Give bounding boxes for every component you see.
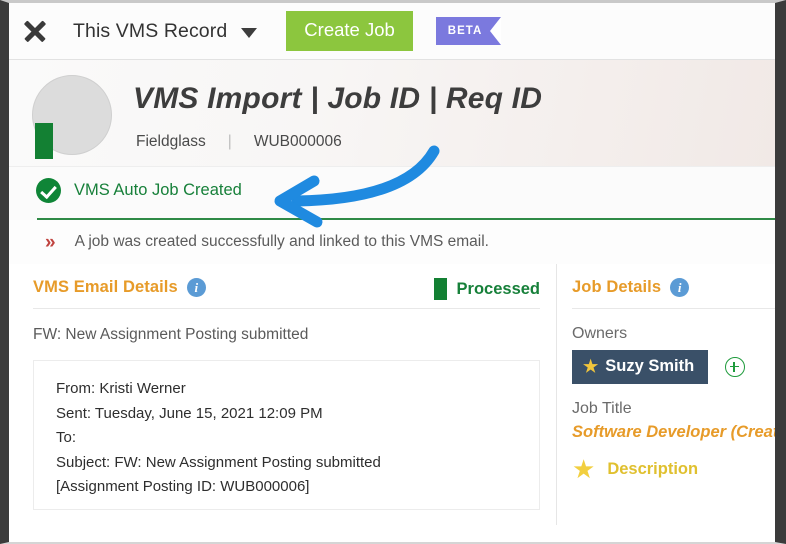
job-details-header: Job Details i [572,264,775,297]
processed-status-badge: Processed [433,278,540,300]
email-body-line: Sent: Tuesday, June 15, 2021 12:09 PM [56,404,323,422]
record-id: WUB000006 [253,133,342,150]
processed-status-swatch [433,278,447,300]
email-body-line: Subject: FW: New Assignment Posting subm… [56,453,381,471]
beta-badge-label: BETA [447,25,483,37]
star-icon: ★ [572,454,596,484]
avatar-status-flag [35,123,53,159]
status-badge: VMS Auto Job Created [36,178,242,203]
processed-status-label: Processed [456,279,540,298]
vms-email-details-panel: VMS Email Details i Processed FW: New As… [9,264,557,525]
record-source: Fieldglass [136,133,206,150]
owner-chip-label: Suzy Smith [605,357,695,375]
email-subject: FW: New Assignment Posting submitted [33,326,309,343]
job-title-label: Job Title [572,400,632,417]
job-details-divider [572,308,775,309]
record-subtitle-separator: | [227,133,232,150]
vms-email-details-divider [33,308,540,309]
check-circle-icon [36,178,61,203]
record-subtitle: Fieldglass | WUB000006 [136,133,342,151]
avatar [32,75,114,159]
description-label: Description [607,459,699,478]
chevron-down-icon [241,27,258,38]
description-row[interactable]: ★ Description [572,456,775,482]
status-badge-label: VMS Auto Job Created [74,181,242,199]
email-body-line: To: [56,429,77,446]
double-chevron-right-icon: » [45,231,55,253]
email-body-line: [Assignment Posting ID: WUB000006] [56,478,310,495]
email-body-line: From: Kristi Werner [56,380,186,397]
email-body-box: From: Kristi Werner Sent: Tuesday, June … [33,360,540,510]
info-icon[interactable]: i [670,278,690,297]
create-job-button[interactable]: Create Job [286,11,413,51]
owners-row: ★ Suzy Smith [572,350,775,384]
vms-email-details-title: VMS Email Details [33,278,178,296]
plus-circle-icon[interactable] [725,357,746,377]
record-scope-dropdown[interactable]: This VMS Record [73,19,258,43]
success-message-text: A job was created successfully and linke… [74,233,489,250]
details-panels: VMS Email Details i Processed FW: New As… [9,264,775,525]
job-details-panel: Job Details i Owners ★ Suzy Smith Job Ti… [557,264,775,525]
close-icon[interactable] [18,14,52,48]
job-details-title: Job Details [572,278,662,296]
top-toolbar: This VMS Record Create Job BETA [9,3,775,60]
record-scope-label: This VMS Record [73,19,228,42]
owner-chip-suzy-smith[interactable]: ★ Suzy Smith [572,350,709,384]
job-title-value[interactable]: Software Developer (Create [572,423,775,442]
status-strip: VMS Auto Job Created [9,167,775,220]
record-header: VMS Import | Job ID | Req ID [9,60,775,167]
beta-badge: BETA [435,17,502,45]
app-window: This VMS Record Create Job BETA VMS Impo… [0,0,786,544]
success-message-row: » A job was created successfully and lin… [9,220,775,264]
star-icon: ★ [583,357,599,376]
page-title: VMS Import | Job ID | Req ID [133,82,543,115]
info-icon[interactable]: i [186,278,206,297]
owners-label: Owners [572,325,628,342]
